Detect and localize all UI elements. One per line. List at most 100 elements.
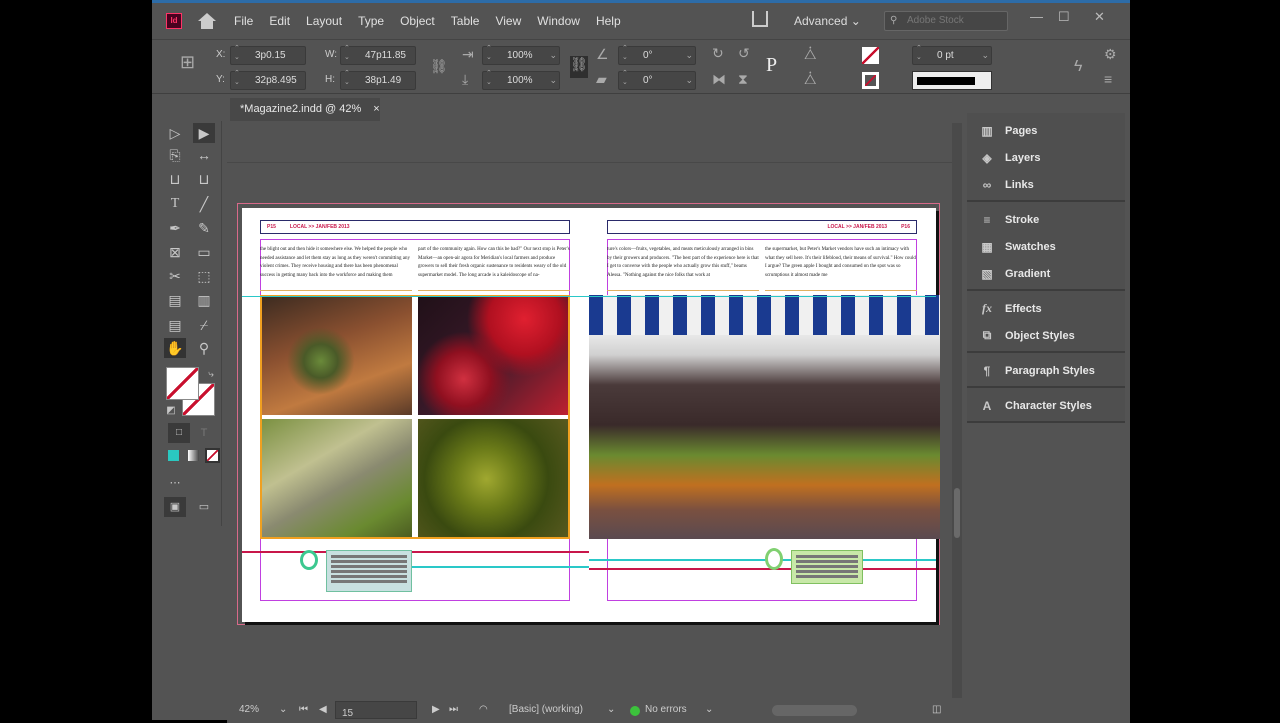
menu-layout[interactable]: Layout <box>298 14 350 28</box>
stroke-weight-field[interactable]: 0 pt ⌄ <box>912 44 992 65</box>
page-16[interactable]: LOCAL >> JAN/FEB 2013 P16 ture's colors—f… <box>589 208 940 622</box>
apply-none-icon[interactable] <box>205 448 220 463</box>
share-icon[interactable] <box>752 11 768 27</box>
chevron-down-icon[interactable]: ⌄ <box>685 72 693 89</box>
gradient-panel-tab[interactable]: ▧ Gradient <box>967 260 1125 287</box>
object-styles-panel-tab[interactable]: ⧉ Object Styles <box>967 322 1125 349</box>
page-15[interactable]: P15 LOCAL >> JAN/FEB 2013 the blight out … <box>242 208 589 622</box>
default-fill-stroke-icon[interactable]: ◩ <box>160 401 182 421</box>
width-field[interactable]: 47p11.85 <box>340 44 416 65</box>
formatting-text-icon[interactable]: T <box>193 423 215 443</box>
chevron-down-icon[interactable]: ⌄ <box>279 704 287 715</box>
page-number-field[interactable]: 15 <box>335 701 417 719</box>
formatting-container-icon[interactable]: □ <box>168 423 190 443</box>
pages-panel-tab[interactable]: ▥ Pages <box>967 117 1125 144</box>
menu-table[interactable]: Table <box>443 14 488 28</box>
menu-edit[interactable]: Edit <box>261 14 298 28</box>
stroke-type-dropdown[interactable] <box>912 71 992 90</box>
gradient-swatch-tool-icon[interactable]: ▤ <box>164 290 186 310</box>
rectangle-tool-icon[interactable]: ▭ <box>193 242 215 262</box>
chevron-down-icon[interactable]: ⌄ <box>981 47 989 64</box>
previous-page-icon[interactable]: ◀ <box>319 704 327 715</box>
preflight-profile[interactable]: [Basic] (working) <box>509 704 583 715</box>
rotate-ccw-icon[interactable]: ↺ <box>738 45 750 62</box>
pen-tool-icon[interactable]: ✒ <box>164 218 186 238</box>
greens-photo[interactable] <box>418 419 570 539</box>
text-frame[interactable]: part of the community again. How can thi… <box>418 246 570 291</box>
menu-window[interactable]: Window <box>529 14 588 28</box>
zoom-tool-icon[interactable]: ⚲ <box>193 338 215 358</box>
view-mode-icon[interactable]: ⋯ <box>164 473 186 493</box>
note-tool-icon[interactable]: ▤ <box>164 315 186 335</box>
scissors-tool-icon[interactable]: ✂ <box>164 266 186 286</box>
type-tool-icon[interactable]: T <box>164 194 186 214</box>
last-page-icon[interactable]: ⏭ <box>449 704 458 715</box>
line-tool-icon[interactable]: ╱ <box>193 194 215 214</box>
preflight-status[interactable]: No errors <box>645 704 687 715</box>
rotate-cw-icon[interactable]: ↻ <box>712 45 724 62</box>
scale-y-field[interactable]: 100% ⌄ <box>482 69 560 90</box>
horizontal-scrollbar[interactable] <box>772 705 857 716</box>
paragraph-styles-panel-tab[interactable]: ¶ Paragraph Styles <box>967 357 1125 384</box>
screen-mode-icon[interactable]: ▭ <box>193 497 215 517</box>
market-vendor-photo[interactable] <box>260 295 412 415</box>
chevron-down-icon[interactable]: ⌄ <box>549 47 557 64</box>
fill-swatch[interactable] <box>166 367 199 400</box>
stroke-none-swatch[interactable] <box>862 72 879 89</box>
chevron-down-icon[interactable]: ⌄ <box>549 72 557 89</box>
menu-file[interactable]: File <box>226 14 261 28</box>
minimize-button[interactable]: — <box>1030 9 1043 24</box>
first-page-icon[interactable]: ⏮ <box>299 704 308 715</box>
x-field[interactable]: 3p0.15 <box>230 44 306 65</box>
menu-type[interactable]: Type <box>350 14 392 28</box>
text-frame[interactable]: ture's colors—fruits, vegetables, and me… <box>607 246 759 291</box>
corn-photo[interactable] <box>260 419 412 539</box>
swatches-panel-tab[interactable]: ▦ Swatches <box>967 233 1125 260</box>
menu-object[interactable]: Object <box>392 14 443 28</box>
flip-vertical-icon[interactable]: ⧗ <box>738 71 748 88</box>
page-tool-icon[interactable]: ⎘ <box>164 145 186 165</box>
berries-photo[interactable] <box>418 295 570 415</box>
chevron-down-icon[interactable]: ⌄ <box>607 704 615 715</box>
stroke-panel-tab[interactable]: ≡ Stroke <box>967 206 1125 233</box>
text-frame[interactable]: the blight out and then hide it somewher… <box>260 246 412 291</box>
selection-tool-icon[interactable]: ▷ <box>164 123 186 143</box>
workspace-switcher[interactable]: Advanced ⌄ <box>794 14 861 28</box>
adobe-stock-search[interactable]: ⚲ Adobe Stock <box>884 11 1008 31</box>
rotate-field[interactable]: 0° ⌄ <box>618 44 696 65</box>
hand-tool-icon[interactable]: ✋ <box>164 338 186 358</box>
gradient-feather-tool-icon[interactable]: ▥ <box>193 290 215 310</box>
apply-color-icon[interactable] <box>168 450 179 461</box>
reference-point-p-icon[interactable]: P <box>766 54 777 77</box>
height-field[interactable]: 38p1.49 <box>340 69 416 90</box>
reference-point-icon[interactable]: ⊞ <box>180 52 195 73</box>
next-page-icon[interactable]: ▶ <box>432 704 440 715</box>
pencil-tool-icon[interactable]: ✎ <box>193 218 215 238</box>
eyedropper-tool-icon[interactable]: ⌿ <box>193 315 215 335</box>
maximize-button[interactable]: ☐ <box>1058 9 1070 25</box>
zoom-level[interactable]: 42% <box>239 704 259 715</box>
content-collector-icon[interactable]: ⊔ <box>164 169 186 189</box>
select-content-icon[interactable]: ⧊ <box>804 71 817 88</box>
effects-panel-tab[interactable]: fx Effects <box>967 295 1125 322</box>
character-styles-panel-tab[interactable]: A Character Styles <box>967 392 1125 419</box>
scale-x-field[interactable]: 100% ⌄ <box>482 44 560 65</box>
gear-icon[interactable]: ⚙ <box>1104 46 1117 63</box>
y-field[interactable]: 32p8.495 <box>230 69 306 90</box>
gap-tool-icon[interactable]: ↔ <box>193 145 215 165</box>
panel-menu-icon[interactable]: ≡ <box>1104 71 1112 87</box>
layers-panel-tab[interactable]: ◈ Layers <box>967 144 1125 171</box>
select-container-icon[interactable]: ⧊ <box>804 46 817 63</box>
free-transform-tool-icon[interactable]: ⬚ <box>193 266 215 286</box>
menu-help[interactable]: Help <box>588 14 629 28</box>
scrollbar-thumb[interactable] <box>954 488 960 538</box>
shear-field[interactable]: 0° ⌄ <box>618 69 696 90</box>
fill-none-swatch[interactable] <box>862 47 879 64</box>
chevron-down-icon[interactable]: ⌄ <box>685 47 693 64</box>
preflight-profile-icon[interactable]: ◠ <box>479 704 488 715</box>
document-canvas[interactable]: P15 LOCAL >> JAN/FEB 2013 the blight out … <box>227 123 962 698</box>
document-tab[interactable]: *Magazine2.indd @ 42% × <box>230 98 380 121</box>
direct-selection-tool-icon[interactable]: ▶ <box>193 123 215 143</box>
links-panel-tab[interactable]: ∞ Links <box>967 171 1125 198</box>
content-placer-icon[interactable]: ⊔ <box>193 169 215 189</box>
